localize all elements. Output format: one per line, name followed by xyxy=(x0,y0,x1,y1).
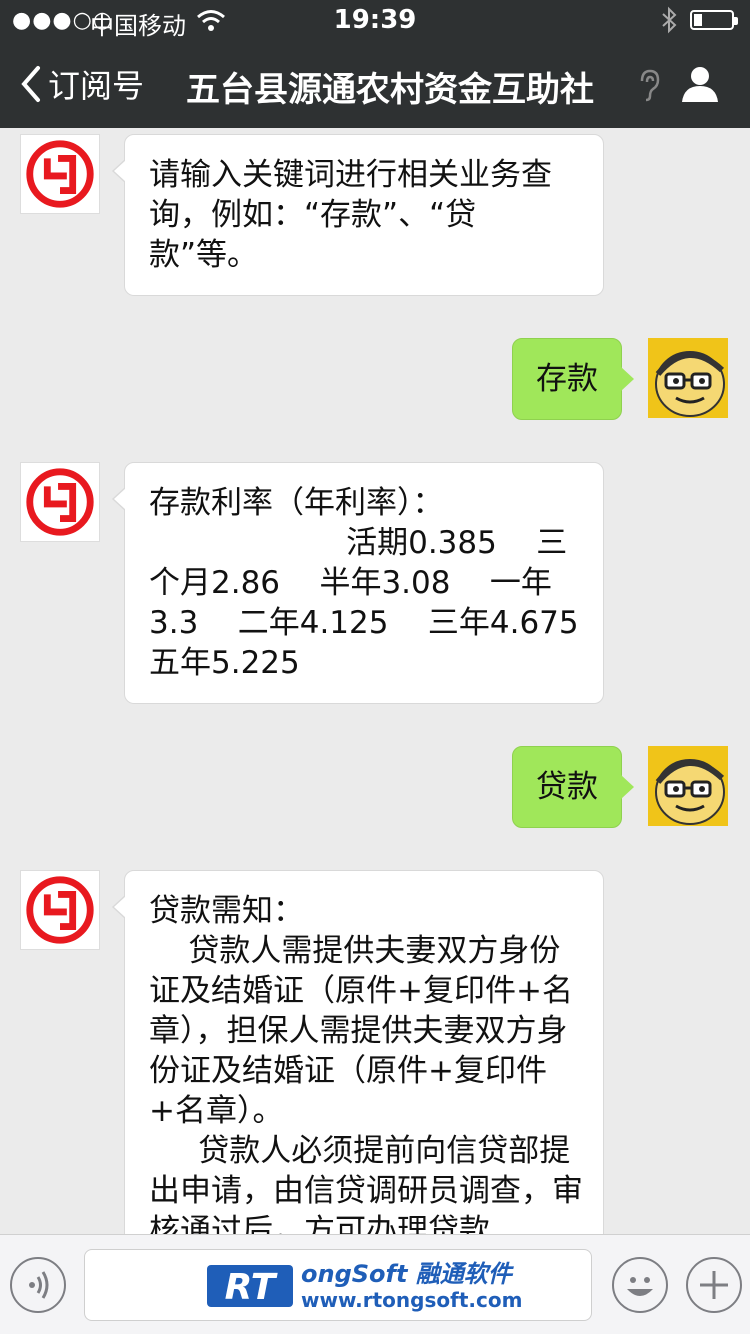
bank-avatar[interactable] xyxy=(20,870,100,950)
voice-icon xyxy=(29,1271,49,1299)
watermark-line1: ongSoft 融通软件 xyxy=(301,1260,512,1288)
message-text: 贷款 xyxy=(536,769,598,805)
back-button[interactable]: 订阅号 xyxy=(18,62,144,106)
back-label: 订阅号 xyxy=(48,67,145,105)
chat-area[interactable]: 请输入关键词进行相关业务查询，例如：“存款”、“贷款”等。 存款 存款利率（年利… xyxy=(0,128,750,1234)
watermark: RT ongSoft 融通软件 www.rtongsoft.com xyxy=(205,1258,522,1314)
bank-avatar[interactable] xyxy=(20,134,100,214)
input-bar: RT ongSoft 融通软件 www.rtongsoft.com xyxy=(0,1234,750,1334)
message-text: 存款 xyxy=(536,361,598,397)
bank-avatar[interactable] xyxy=(20,462,100,542)
user-avatar[interactable] xyxy=(648,338,728,418)
svg-text:RT: RT xyxy=(225,1267,278,1308)
smiley-icon xyxy=(627,1277,653,1296)
bluetooth-icon xyxy=(662,6,677,34)
chevron-left-icon xyxy=(21,66,40,102)
message-bubble-bank[interactable]: 存款利率（年利率）： 活期0.385 三个月2.86 半年3.08 一年3.3 … xyxy=(112,462,604,704)
message-input[interactable]: RT ongSoft 融通软件 www.rtongsoft.com xyxy=(84,1249,592,1321)
message-text: 请输入关键词进行相关业务查询，例如：“存款”、“贷款”等。 xyxy=(149,157,552,273)
plus-icon xyxy=(700,1271,728,1299)
message-bubble-bank[interactable]: 请输入关键词进行相关业务查询，例如：“存款”、“贷款”等。 xyxy=(112,134,604,296)
watermark-logo: RT xyxy=(207,1265,293,1308)
cartoon-face-icon xyxy=(648,338,728,418)
user-avatar[interactable] xyxy=(648,746,728,826)
clock: 19:39 xyxy=(333,5,417,35)
profile-icon[interactable] xyxy=(680,64,720,104)
page-title: 五台县源通农村资金互助社 xyxy=(186,70,594,110)
message-bubble-bank[interactable]: 贷款需知： 贷款人需提供夫妻双方身份证及结婚证（原件+复印件+名章），担保人需提… xyxy=(112,870,604,1234)
battery-icon xyxy=(690,10,738,30)
more-button[interactable] xyxy=(686,1257,742,1313)
bank-logo-icon xyxy=(26,140,94,208)
emoji-button[interactable] xyxy=(612,1257,668,1313)
nav-bar: 订阅号 五台县源通农村资金互助社 xyxy=(0,40,750,128)
ear-icon xyxy=(640,69,660,102)
bank-logo-icon xyxy=(26,876,94,944)
message-text: 贷款需知： 贷款人需提供夫妻双方身份证及结婚证（原件+复印件+名章），担保人需提… xyxy=(149,893,583,1234)
cartoon-face-icon xyxy=(648,746,728,826)
bank-logo-icon xyxy=(26,468,94,536)
message-text: 存款利率（年利率）： 活期0.385 三个月2.86 半年3.08 一年3.3 … xyxy=(149,485,579,681)
message-bubble-user[interactable]: 存款 xyxy=(512,338,634,420)
watermark-line2: www.rtongsoft.com xyxy=(301,1288,523,1312)
voice-button[interactable] xyxy=(10,1257,66,1313)
status-bar: ●●●○○ 中国移动 19:39 xyxy=(0,0,750,40)
message-bubble-user[interactable]: 贷款 xyxy=(512,746,634,828)
